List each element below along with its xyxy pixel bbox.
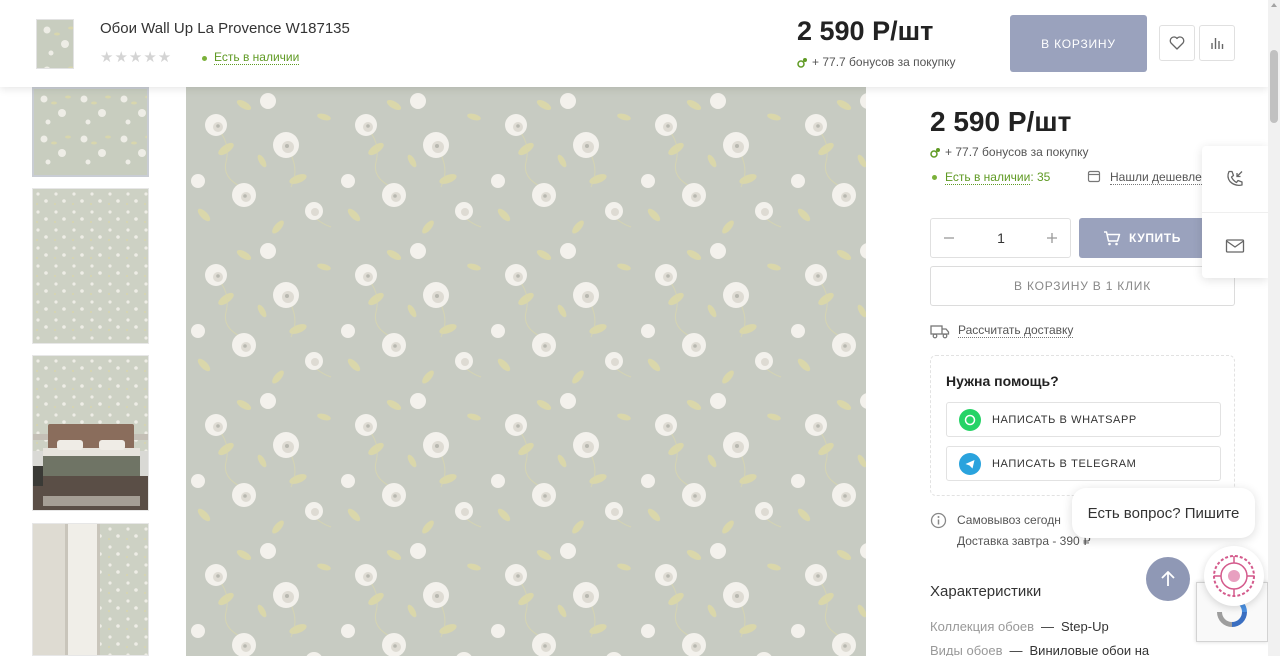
page-scrollbar[interactable] [1268, 0, 1280, 656]
arrow-up-icon [1161, 571, 1175, 586]
product-bonus-text: + 77.7 бонусов за покупку [945, 145, 1089, 159]
stock-label[interactable]: Есть в наличии [945, 170, 1031, 185]
help-box: Нужна помощь? НАПИСАТЬ В WHATSAPP НАПИСА… [930, 355, 1235, 496]
compare-icon [1211, 38, 1224, 49]
quantity-decrease-button[interactable] [931, 219, 967, 257]
characteristic-value: Виниловые обои на [1029, 643, 1150, 656]
main-product-image[interactable] [186, 87, 866, 656]
minus-icon [944, 237, 954, 239]
help-title: Нужна помощь? [946, 373, 1059, 389]
sticky-header-bonus-text: + 77.7 бонусов за покупку [812, 55, 956, 69]
plus-icon [1047, 233, 1057, 243]
gallery-thumbnail-4[interactable] [32, 523, 149, 656]
calculate-delivery-link[interactable]: Рассчитать доставку [958, 323, 1074, 338]
mail-icon [1225, 238, 1245, 253]
characteristic-separator: — [1041, 619, 1055, 634]
contact-side-panel [1202, 146, 1268, 278]
product-bonus: + 77.7 бонусов за покупку [930, 145, 1089, 159]
rating-stars[interactable]: ★★★★★ [100, 48, 172, 66]
gallery-thumbnail-3[interactable] [32, 355, 149, 511]
chat-widget-button[interactable] [1204, 546, 1264, 606]
sticky-add-to-cart-button[interactable]: В КОРЗИНУ [1010, 15, 1147, 72]
characteristic-label: Коллекция обоев [930, 619, 1035, 634]
one-click-order-button[interactable]: В КОРЗИНУ В 1 КЛИК [930, 266, 1235, 306]
callback-button[interactable] [1202, 146, 1268, 212]
gallery-thumbnail-1[interactable] [32, 87, 149, 177]
gallery-thumbnail-2[interactable] [32, 188, 149, 344]
scroll-to-top-button[interactable] [1146, 557, 1190, 601]
buy-button-label: КУПИТЬ [1129, 231, 1181, 245]
price-tag-icon [1087, 170, 1101, 183]
product-price: 2 590 Р/шт [930, 106, 1072, 137]
sticky-header-thumbnail[interactable] [36, 19, 74, 69]
stock-dot-icon [202, 56, 207, 61]
chat-logo-icon [1213, 555, 1255, 597]
quantity-input[interactable] [971, 227, 1031, 249]
found-cheaper-link[interactable]: Нашли дешевле [1110, 170, 1202, 185]
characteristic-value: Step-Up [1061, 619, 1109, 634]
scroll-up-arrow-icon[interactable] [1271, 3, 1277, 7]
sticky-header-bonus: + 77.7 бонусов за покупку [797, 55, 956, 69]
truck-icon [930, 325, 950, 339]
telegram-icon [959, 452, 981, 475]
whatsapp-icon [959, 408, 981, 431]
characteristic-row: Виды обоев — Виниловые обои на [930, 643, 1149, 656]
delivery-tomorrow-info: Доставка завтра - 390 ₽ [957, 534, 1091, 548]
sticky-product-header: Обои Wall Up La Provence W187135 ★★★★★ Е… [0, 0, 1268, 87]
chat-prompt-bubble[interactable]: Есть вопрос? Пишите [1072, 488, 1255, 538]
bonus-icon [797, 57, 807, 68]
stock-dot-icon [932, 175, 937, 180]
cart-icon [1104, 231, 1121, 246]
compare-button[interactable] [1199, 25, 1235, 61]
sticky-header-title: Обои Wall Up La Provence W187135 [100, 20, 350, 37]
characteristic-row: Коллекция обоев — Step-Up [930, 619, 1109, 634]
email-button[interactable] [1202, 212, 1268, 278]
characteristic-label: Виды обоев [930, 643, 1003, 656]
favorite-button[interactable] [1159, 25, 1195, 61]
stock-status[interactable]: Есть в наличии: 35 [945, 170, 1051, 185]
quantity-increase-button[interactable] [1034, 219, 1070, 257]
telegram-button[interactable]: НАПИСАТЬ В TELEGRAM [946, 446, 1221, 481]
heart-icon [1169, 36, 1185, 50]
whatsapp-label: НАПИСАТЬ В WHATSAPP [992, 413, 1137, 426]
callback-icon [1227, 170, 1243, 186]
telegram-label: НАПИСАТЬ В TELEGRAM [992, 457, 1137, 470]
characteristics-title: Характеристики [930, 583, 1042, 600]
bonus-icon [930, 147, 940, 158]
buy-button[interactable]: КУПИТЬ [1079, 218, 1205, 258]
sticky-header-price: 2 590 Р/шт [797, 16, 934, 46]
scrollbar-thumb[interactable] [1270, 50, 1278, 123]
info-icon [930, 512, 947, 529]
characteristic-separator: — [1009, 643, 1023, 656]
whatsapp-button[interactable]: НАПИСАТЬ В WHATSAPP [946, 402, 1221, 437]
quantity-stepper [930, 218, 1071, 258]
sticky-header-stock-link[interactable]: Есть в наличии [214, 50, 300, 65]
pickup-info: Самовывоз сегодн [957, 513, 1061, 527]
stock-count: : 35 [1030, 170, 1051, 184]
